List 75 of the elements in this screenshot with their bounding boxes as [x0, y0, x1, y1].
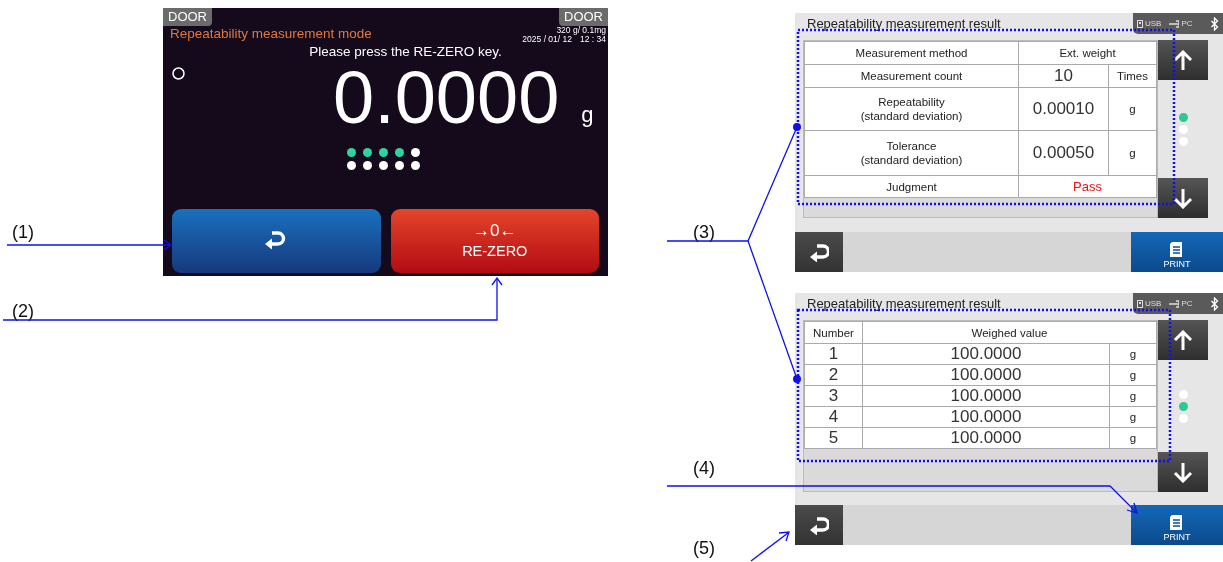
- row-label: Tolerance (standard deviation): [804, 130, 1019, 176]
- table-cell: 100.0000: [862, 385, 1110, 407]
- callout-label: (3): [693, 222, 715, 242]
- table-cell: 1: [804, 343, 863, 365]
- up-arrow-icon: [1173, 49, 1193, 71]
- door-indicator: DOOR: [559, 8, 608, 26]
- screen-title: Repeatability measurement result: [807, 17, 1001, 30]
- table-cell: 4: [804, 406, 863, 428]
- back-button[interactable]: [795, 232, 843, 272]
- unit-label: g: [581, 101, 594, 129]
- row-label: Repeatability (standard deviation): [804, 87, 1019, 131]
- usb-icon: [1137, 298, 1143, 309]
- stable-icon: [172, 67, 185, 80]
- unit-cell: g: [1109, 427, 1157, 449]
- row-label: Measurement method: [804, 41, 1019, 65]
- table-cell: 100.0000: [862, 406, 1110, 428]
- unit-cell: Times: [1108, 64, 1157, 88]
- down-arrow-icon: [1173, 461, 1193, 483]
- scroll-up-button[interactable]: [1158, 40, 1208, 80]
- table-cell: 10: [1018, 64, 1109, 88]
- table-cell: 100.0000: [862, 343, 1110, 365]
- return-icon: [809, 515, 829, 535]
- table-cell: 3: [804, 385, 863, 407]
- table-cell: Ext. weight: [1018, 41, 1157, 65]
- column-header: Number: [804, 321, 863, 344]
- date-label: 2025 / 01/ 12: [522, 35, 572, 44]
- column-header: Weighed value: [862, 321, 1157, 344]
- weight-reading: 0.0000: [333, 60, 560, 136]
- table-cell: 2: [804, 364, 863, 386]
- judgment-result: Pass: [1018, 175, 1157, 198]
- bluetooth-icon: [1210, 296, 1219, 311]
- usb-icon: [1137, 18, 1143, 29]
- plug-icon: [1169, 298, 1180, 309]
- scroll-up-button[interactable]: [1158, 320, 1208, 360]
- instruction-message: Please press the RE-ZERO key.: [308, 44, 503, 60]
- up-arrow-icon: [1173, 329, 1193, 351]
- print-button[interactable]: PRINT: [1131, 232, 1223, 272]
- print-button[interactable]: PRINT: [1131, 505, 1223, 545]
- unit-cell: g: [1109, 364, 1157, 386]
- callout-label: (5): [693, 538, 715, 558]
- unit-cell: g: [1108, 87, 1157, 131]
- capacity-label: 320 g/ 0.1mg: [555, 26, 606, 35]
- usb-label: USB: [1145, 297, 1162, 310]
- callout-label: (4): [693, 458, 715, 478]
- unit-cell: g: [1108, 130, 1157, 176]
- scroll-down-button[interactable]: [1158, 178, 1208, 218]
- pc-label: PC: [1181, 297, 1193, 310]
- scroll-down-button[interactable]: [1158, 452, 1208, 492]
- table-cell: 0.00050: [1018, 130, 1109, 176]
- row-label: Measurement count: [804, 64, 1019, 88]
- return-icon: [809, 242, 829, 262]
- unit-cell: g: [1109, 385, 1157, 407]
- callout-label: (1): [12, 222, 34, 242]
- bluetooth-icon: [1210, 16, 1219, 31]
- table-cell: 100.0000: [862, 364, 1110, 386]
- back-button[interactable]: [795, 505, 843, 545]
- printer-icon: [1169, 239, 1185, 258]
- table-cell: 0.00010: [1018, 87, 1109, 131]
- table-cell: 100.0000: [862, 427, 1110, 449]
- screen-title: Repeatability measurement result: [807, 297, 1001, 310]
- mode-label: Repeatability measurement mode: [170, 26, 372, 43]
- unit-cell: g: [1109, 343, 1157, 365]
- plug-icon: [1169, 18, 1180, 29]
- printer-icon: [1169, 512, 1185, 531]
- pc-label: PC: [1181, 17, 1193, 30]
- time-label: 12 : 34: [580, 35, 606, 44]
- door-indicator: DOOR: [163, 8, 212, 26]
- rezero-button[interactable]: →0← RE-ZERO: [390, 209, 599, 273]
- usb-label: USB: [1145, 17, 1162, 30]
- unit-cell: g: [1109, 406, 1157, 428]
- callout-label: (2): [12, 301, 34, 321]
- table-cell: 5: [804, 427, 863, 449]
- leader-line: [750, 531, 790, 562]
- row-label: Judgment: [804, 175, 1019, 198]
- down-arrow-icon: [1173, 187, 1193, 209]
